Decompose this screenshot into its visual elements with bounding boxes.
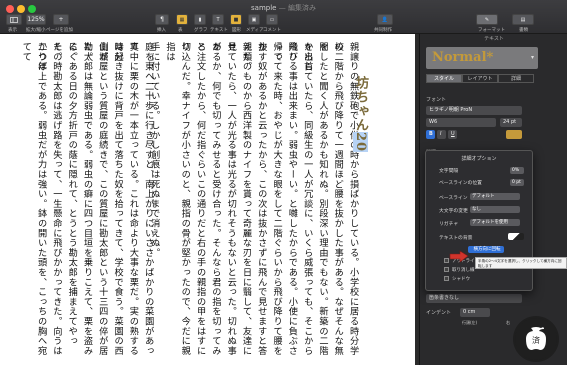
shadow-checkbox[interactable] [444,276,449,281]
comment-icon: ▭ [269,16,275,23]
media-label: メディア [246,28,264,33]
font-size-field[interactable]: 24 pt [500,118,522,127]
document-label: 書類 [519,28,528,33]
sidebar-icon [10,16,18,23]
rotate-horizontal-button[interactable]: 横方向に回転 [468,246,504,253]
chart-icon: ▮ [198,16,202,23]
document-heading[interactable]: 坊ちゃん20 [351,76,370,153]
paragraph-style-select[interactable]: Normal* ▾ [426,47,538,69]
text-background-color-well[interactable] [508,233,524,240]
window-titlebar: sample — 編集済み 表示 125% 拡大/縮小 + ページを追加 ¶ 挿… [0,0,567,34]
insert-button[interactable]: ¶ [155,14,169,25]
view-button[interactable] [6,14,22,25]
bullets-select[interactable]: 箇条書きなし [426,294,522,303]
text-label: テキスト [210,28,228,33]
media-button[interactable]: ▣ [248,14,260,25]
document-icon: ▤ [520,16,526,23]
char-spacing-label: 文字間隔 [439,169,459,174]
insert-label: 挿入 [157,28,166,33]
table-icon: ▦ [179,16,185,23]
panel-header: テキスト [484,36,504,42]
format-label: フォーマット [478,28,505,33]
plus-icon: + [58,16,64,23]
font-weight-select[interactable]: W6 [426,118,496,127]
svg-text:済: 済 [532,335,540,345]
logo-icon: 済 [515,318,557,360]
indent-left-label: 行頭(左) [462,320,478,325]
view-label: 表示 [8,28,17,33]
ligature-label: リガチャ [439,222,459,227]
chevron-down-icon: ▾ [530,54,534,61]
indent-label: インデント [426,310,452,316]
tab-more[interactable]: 詳細 [498,74,534,83]
text-column[interactable]: かり年上である。弱虫だが力は強い。鉢の開いた頭を、こっちの胸へ宛てて [18,42,49,357]
shape-label: 図形 [232,28,241,33]
table-button[interactable]: ▦ [176,14,188,25]
paintbrush-icon: ✎ [484,16,490,23]
document-button[interactable]: ▤ [512,14,534,25]
textbox-icon: T [216,16,220,23]
zoom-select[interactable]: 125% [26,14,46,25]
ligature-select[interactable]: デフォルトを使用 [470,219,520,226]
italic-button[interactable]: I [437,130,446,139]
baseline-offset-label: ベースラインの位置 [439,181,482,186]
tab-style[interactable]: スタイル [426,74,462,83]
logo-badge: 済 [513,316,559,362]
media-icon: ▣ [251,16,257,23]
collaborate-icon: 👤 [381,16,389,23]
text-color-well[interactable] [506,130,522,139]
paragraph-icon: ¶ [160,16,164,23]
strikethrough-checkbox[interactable] [444,267,449,272]
indent-left-field[interactable]: 0 cm [460,308,490,317]
char-spacing-field[interactable]: 0% [510,167,524,174]
format-button[interactable]: ✎ [476,14,498,25]
selected-text[interactable]: 20 [353,132,368,153]
text-column[interactable]: り込んだ。幸ナイフが小さいのと、親指の骨が堅かったので、今だに親指は [162,42,193,357]
pointing-hand-icon [449,250,469,263]
capitalization-select[interactable]: なし [470,206,520,213]
text-button[interactable]: T [212,14,224,25]
chart-button[interactable]: ▮ [194,14,206,25]
shadow-label: シャドウ [452,277,470,282]
shape-button[interactable]: ■ [230,14,242,25]
zoom-label: 拡大/縮小 [26,28,46,33]
advanced-options-popover: 詳細オプション 文字間隔 0% ベースラインの位置 0 pt ベースライン デフ… [425,150,533,291]
shape-icon: ■ [233,16,239,23]
underline-button[interactable]: U [448,130,457,139]
comment-label: コメント [263,28,281,33]
baseline-select-label: ベースライン [439,196,468,201]
text-background-label: テキストの背景 [439,236,473,241]
popover-title: 詳細オプション [461,156,497,162]
strikethrough-label: 取り消し線 [452,268,475,273]
baseline-select[interactable]: デフォルト [470,193,520,200]
chart-label: グラフ [194,28,208,33]
tab-layout[interactable]: レイアウト [462,74,498,83]
window-title: sample — 編集済み [251,4,316,12]
font-family-select[interactable]: ヒラギノ明朝 ProN [426,106,522,115]
table-label: 表 [178,28,183,33]
document-page[interactable]: 親譲りの無鉄砲で小供の時から損ばかりしている。小学校に居る時分学校 の二階から飛び… [0,34,415,365]
comment-button[interactable]: ▭ [266,14,278,25]
collaborate-label: 共同制作 [374,28,392,33]
baseline-offset-field[interactable]: 0 pt [510,179,524,186]
tooltip: 半角の2〜4文字を選択し、クリックして横方向に回転します [475,257,567,269]
add-page-button[interactable]: + [53,14,69,25]
add-page-label: ページを追加 [46,28,73,33]
collaborate-button[interactable]: 👤 [377,14,393,25]
bold-button[interactable]: B [426,130,435,139]
indent-right-label: 右 [506,320,510,325]
font-label: フォント [426,97,447,103]
capitalization-label: 大文字の変更 [439,209,468,214]
